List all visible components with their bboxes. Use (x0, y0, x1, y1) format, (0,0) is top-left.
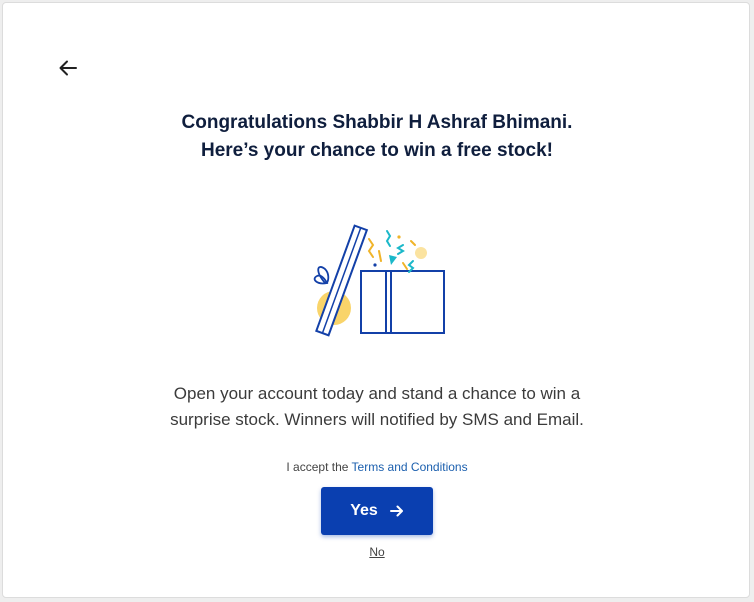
title-line-congratulations: Congratulations Shabbir H Ashraf Bhimani… (181, 112, 573, 133)
offer-description: Open your account today and stand a chan… (3, 381, 751, 433)
open-gift-box-icon (303, 221, 453, 346)
terms-acceptance: I accept the Terms and Conditions (3, 460, 751, 474)
yes-button-label: Yes (350, 502, 378, 519)
offer-card: Congratulations Shabbir H Ashraf Bhimani… (2, 2, 750, 598)
arrow-right-icon (389, 505, 403, 517)
terms-prefix: I accept the (286, 460, 352, 474)
arrow-left-icon (59, 60, 77, 76)
title-line-chance: Here’s your chance to win a free stock! (201, 140, 553, 161)
description-line-1: Open your account today and stand a chan… (173, 384, 581, 403)
yes-button[interactable]: Yes (321, 487, 433, 535)
no-link-wrapper: No (3, 545, 751, 559)
description-line-2: surprise stock. Winners will notified by… (170, 410, 584, 429)
terms-and-conditions-link[interactable]: Terms and Conditions (352, 460, 468, 474)
no-link[interactable]: No (369, 545, 384, 559)
back-button[interactable] (55, 55, 81, 81)
page-title: Congratulations Shabbir H Ashraf Bhimani… (3, 109, 751, 165)
